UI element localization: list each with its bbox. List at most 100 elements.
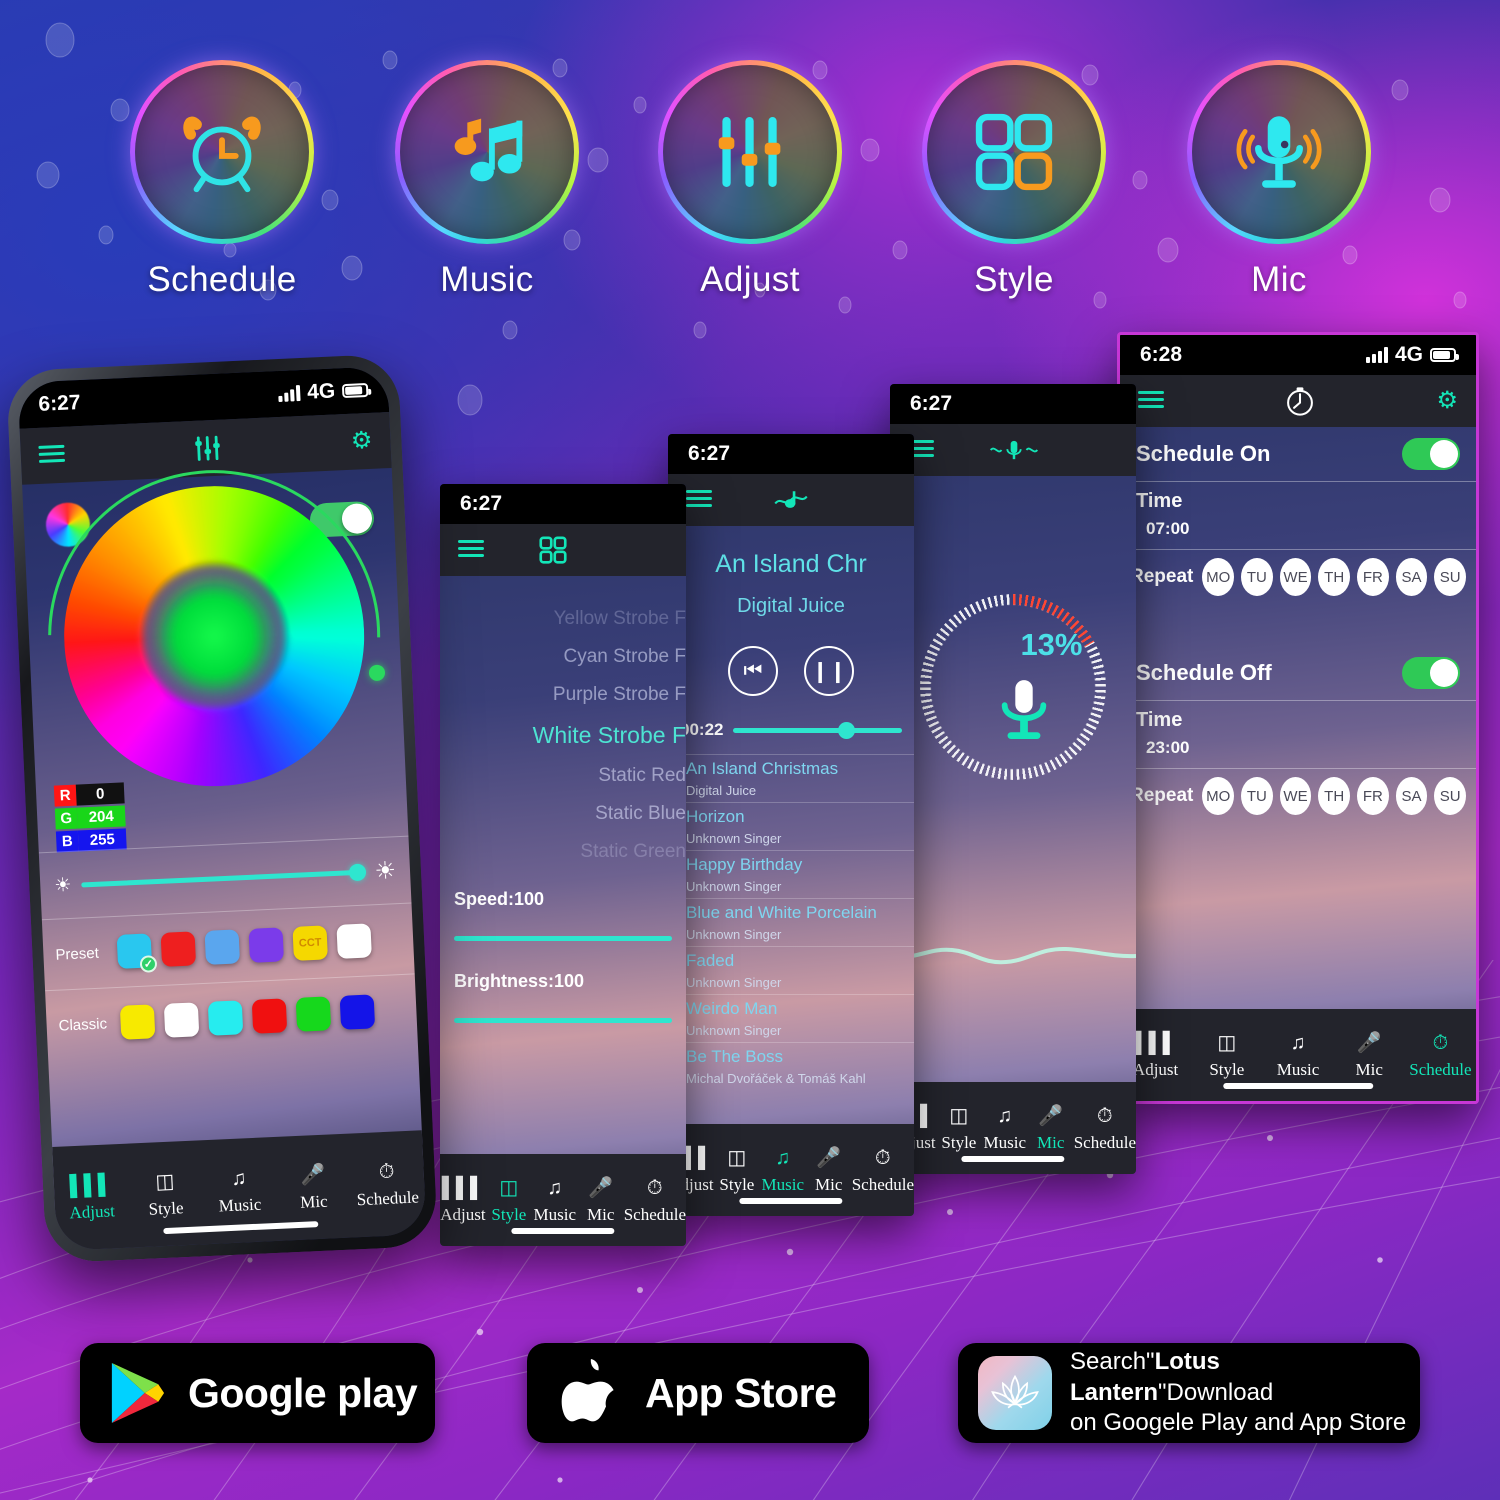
list-item[interactable]: Faded Unknown Singer (668, 946, 914, 994)
classic-swatch-1[interactable] (163, 1002, 200, 1038)
list-item[interactable]: Happy Birthday Unknown Singer (668, 850, 914, 898)
tab-music[interactable]: ♫ Music (982, 1104, 1028, 1153)
classic-swatch-0[interactable] (119, 1004, 156, 1040)
style-option[interactable]: Purple Strobe F (440, 676, 686, 714)
day-chip-su[interactable]: SU (1434, 777, 1466, 815)
day-chip-su[interactable]: SU (1434, 558, 1466, 596)
schedule-on-row[interactable]: Schedule On (1120, 427, 1476, 481)
classic-swatch-3[interactable] (251, 998, 288, 1034)
sliders-icon: ▌▌▌ (69, 1172, 113, 1197)
tab-music[interactable]: ♫ Music (760, 1146, 806, 1195)
preset-swatch-5[interactable] (336, 923, 372, 959)
feature-style[interactable]: Style (920, 60, 1108, 300)
day-chip-tu[interactable]: TU (1241, 777, 1273, 815)
tab-adjust[interactable]: ▌▌▌ Adjust (53, 1171, 129, 1223)
tab-style[interactable]: ◫ Style (714, 1146, 760, 1195)
day-chip-mo[interactable]: MO (1202, 558, 1235, 596)
track-artist: Unknown Singer (686, 831, 782, 846)
feature-mic[interactable]: Mic (1185, 60, 1373, 300)
tab-music[interactable]: ♫ Music (201, 1164, 277, 1216)
brightness-slider[interactable] (454, 1018, 672, 1023)
tab-schedule[interactable]: ⏱ Schedule (1405, 1031, 1476, 1080)
style-option[interactable]: Yellow Strobe F (440, 600, 686, 638)
feature-schedule[interactable]: Schedule (128, 60, 316, 300)
day-chip-fr[interactable]: FR (1356, 558, 1389, 596)
gear-icon[interactable]: ⚙ (1436, 389, 1458, 413)
feature-music[interactable]: Music (393, 60, 581, 300)
tab-mic[interactable]: 🎤 Mic (806, 1146, 852, 1195)
style-option[interactable]: Static Blue (440, 795, 686, 833)
tab-schedule[interactable]: ⏱ Schedule (1074, 1104, 1136, 1153)
schedule-on-toggle[interactable] (1402, 438, 1460, 470)
classic-swatch-2[interactable] (207, 1000, 244, 1036)
preset-swatch-0[interactable]: ✓ (116, 933, 158, 973)
tab-mic[interactable]: 🎤 Mic (578, 1176, 624, 1225)
elapsed-time: 00:22 (680, 720, 724, 739)
schedule-off-toggle[interactable] (1402, 657, 1460, 689)
tab-music[interactable]: ♫ Music (532, 1176, 578, 1225)
day-chip-fr[interactable]: FR (1356, 777, 1389, 815)
skip-previous-icon[interactable]: ⏮ (728, 646, 778, 696)
day-chip-mo[interactable]: MO (1202, 777, 1235, 815)
preset-swatch-cct[interactable]: CCT (292, 925, 328, 961)
hamburger-menu-icon[interactable] (458, 539, 484, 561)
tab-mic[interactable]: 🎤 Mic (1028, 1104, 1074, 1153)
tab-mic[interactable]: 🎤 Mic (275, 1161, 351, 1213)
tab-schedule[interactable]: ⏱ Schedule (624, 1176, 686, 1225)
schedule-off-time-value[interactable]: 23:00 (1120, 734, 1476, 768)
preset-swatch-3[interactable] (248, 927, 284, 963)
tab-adjust[interactable]: ▌▌▌ Adjust (440, 1176, 486, 1225)
google-play-label: Google play (188, 1369, 418, 1416)
grid-squares-icon: ◫ (1217, 1031, 1237, 1054)
mic-sensitivity-dial[interactable]: 13% (920, 594, 1106, 780)
day-chip-we[interactable]: WE (1279, 777, 1312, 815)
tab-music[interactable]: ♫ Music (1262, 1031, 1333, 1080)
tab-schedule[interactable]: ⏱ Schedule (852, 1146, 914, 1195)
style-option[interactable]: Static Green (440, 833, 686, 871)
speed-slider[interactable] (454, 936, 672, 941)
style-option-selected[interactable]: White Strobe F (440, 714, 686, 757)
tab-mic[interactable]: 🎤 Mic (1334, 1031, 1405, 1080)
hamburger-menu-icon[interactable] (1138, 390, 1164, 412)
tab-style[interactable]: ◫ Style (486, 1176, 532, 1225)
day-chip-we[interactable]: WE (1279, 558, 1312, 596)
classic-swatch-5[interactable] (339, 994, 376, 1030)
tab-style[interactable]: ◫ Style (127, 1168, 203, 1220)
list-item[interactable]: Be The Boss Michal Dvořáček & Tomáš Kahl (668, 1042, 914, 1090)
day-chip-sa[interactable]: SA (1395, 558, 1428, 596)
progress-slider[interactable] (733, 721, 902, 739)
preset-swatch-1[interactable] (160, 931, 197, 967)
day-chip-tu[interactable]: TU (1241, 558, 1273, 596)
list-item[interactable]: Blue and White Porcelain Unknown Singer (668, 898, 914, 946)
google-play-badge[interactable]: Google play (80, 1343, 435, 1443)
arc-knob[interactable] (368, 664, 386, 682)
gear-icon[interactable]: ⚙ (350, 427, 373, 455)
schedule-off-row[interactable]: Schedule Off (1120, 646, 1476, 700)
style-option[interactable]: Cyan Strobe F (440, 638, 687, 676)
preset-swatch-2[interactable] (204, 929, 241, 965)
brightness-slider[interactable] (81, 863, 367, 887)
pause-icon[interactable]: ❙❙ (804, 646, 854, 696)
day-chip-th[interactable]: TH (1318, 558, 1350, 596)
style-option[interactable]: Static Red (440, 757, 686, 795)
color-wheel-control[interactable] (17, 401, 427, 871)
tab-schedule[interactable]: ⏱ Schedule (349, 1158, 425, 1210)
microphone-wave-icon (989, 440, 1039, 460)
day-chip-th[interactable]: TH (1318, 777, 1350, 815)
tab-style[interactable]: ◫ Style (1191, 1031, 1262, 1080)
style-mode-picker[interactable]: Yellow Strobe F Cyan Strobe F Purple Str… (440, 576, 686, 871)
lotus-lantern-badge[interactable]: Search"Lotus Lantern"Download on Googele… (958, 1343, 1420, 1443)
hamburger-menu-icon[interactable] (38, 444, 66, 466)
signal-bars-icon (278, 385, 301, 403)
app-store-badge[interactable]: App Store (527, 1343, 869, 1443)
day-chip-sa[interactable]: SA (1395, 777, 1428, 815)
classic-swatch-4[interactable] (295, 996, 332, 1032)
schedule-on-repeat-row: Repeat MO TU WE TH FR SA SU (1120, 550, 1476, 604)
feature-adjust[interactable]: Adjust (656, 60, 844, 300)
schedule-on-time-value[interactable]: 07:00 (1120, 515, 1476, 549)
tab-style[interactable]: ◫ Style (936, 1104, 982, 1153)
list-item[interactable]: Weirdo Man Unknown Singer (668, 994, 914, 1042)
list-item[interactable]: Horizon Unknown Singer (668, 802, 914, 850)
hamburger-menu-icon[interactable] (686, 489, 712, 511)
list-item[interactable]: An Island Christmas Digital Juice (668, 754, 914, 802)
